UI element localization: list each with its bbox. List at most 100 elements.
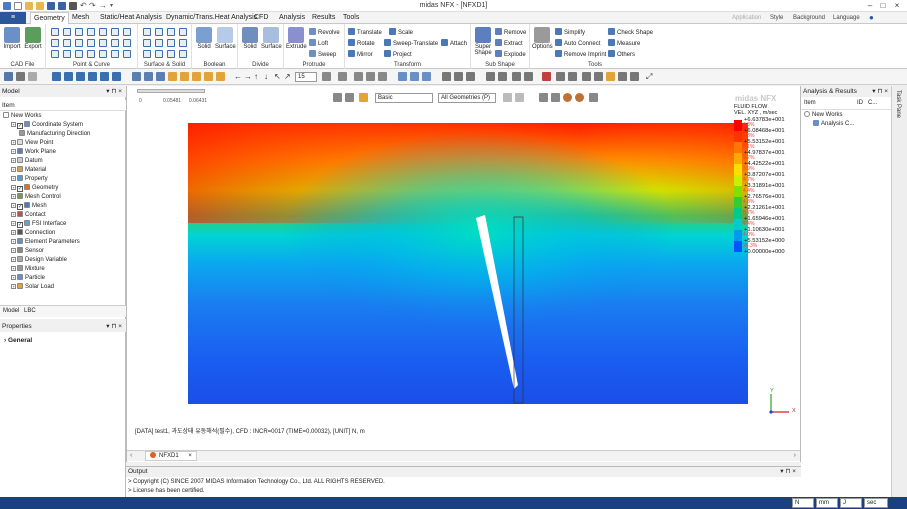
cone-icon[interactable] [167,28,175,36]
boolean-surface-button[interactable]: Surface [215,27,236,50]
view-style-select[interactable]: Basic [375,93,433,103]
expand-icon[interactable]: + [11,185,16,190]
grid-icon[interactable] [132,72,141,81]
ortho-icon[interactable] [156,72,165,81]
model-tree-item[interactable]: + Design Variable [11,256,67,265]
curve-more-icon[interactable] [123,50,131,58]
arrow-right-icon[interactable]: → [244,72,253,81]
merge-curve-icon[interactable] [75,50,83,58]
model-tree-item[interactable]: + Connection [11,229,55,238]
snap-icon[interactable] [144,72,153,81]
view-left-icon[interactable] [192,72,201,81]
model-tree-item[interactable]: Manufacturing Direction [19,130,90,139]
measure-button[interactable]: Measure [608,39,640,47]
angle-increment-select[interactable]: 15 [295,72,317,82]
model-tree-item[interactable]: + ✓ FSI Interface [11,220,66,229]
model-tree-item[interactable]: + Work Plane [11,148,56,157]
ellipse-icon[interactable] [75,39,83,47]
model-tree-item[interactable]: + View Point [11,139,53,148]
extract-button[interactable]: Extract [495,39,523,47]
visibility-checkbox[interactable]: ✓ [17,222,23,228]
analysis-tree-root[interactable]: New Works [804,111,843,120]
plane-surface-icon[interactable] [167,39,175,47]
arrow-left-icon[interactable]: ← [234,72,243,81]
remove-button[interactable]: Remove [495,28,526,36]
hidden-line-icon[interactable] [378,72,387,81]
polyline-icon[interactable] [111,28,119,36]
auto-connect-button[interactable]: Auto Connect [555,39,600,47]
tab-tools[interactable]: Tools [340,12,362,24]
tab-nfxd1[interactable]: NFXD1 × [145,451,197,461]
filter-tool-icon[interactable] [503,93,512,102]
arrow-up-icon[interactable]: ↑ [254,72,263,81]
application-menu[interactable]: Application [732,12,761,24]
sweep-translate-button[interactable]: Sweep-Translate [384,39,438,47]
result-tool3-icon[interactable] [589,93,598,102]
curve-edit-icon[interactable] [123,28,131,36]
pan-icon[interactable] [112,72,121,81]
arc-icon[interactable] [75,28,83,36]
tab-scroll-left-icon[interactable]: ‹ [130,452,132,459]
layer-icon[interactable] [454,72,463,81]
capture-icon[interactable] [542,72,551,81]
expand-icon[interactable]: + [11,239,16,244]
model-tree-item[interactable]: + Particle [11,274,45,283]
task-pane-tab[interactable]: Task Pane [891,86,907,497]
polygon-icon[interactable] [63,39,71,47]
attach-button[interactable]: Attach [441,39,467,47]
file-menu-button[interactable]: ≡ [0,12,26,24]
scale-button[interactable]: Scale [389,28,413,36]
visibility-checkbox[interactable]: ✓ [17,123,23,129]
model-tree-item[interactable]: + ✓ Geometry [11,184,58,193]
box-icon[interactable] [143,28,151,36]
energy-unit-select[interactable]: J [840,498,862,508]
minimize-button[interactable]: – [864,1,876,11]
view-tool2-icon[interactable] [345,93,354,102]
expand-icon[interactable]: + [11,248,16,253]
import-button[interactable]: Import [2,27,22,50]
tab-static-heat-analysis[interactable]: Static/Heat Analysis [97,12,165,24]
model-tree-item[interactable]: New Works [3,112,42,121]
view-tool-icon[interactable] [333,93,342,102]
help-icon[interactable]: ● [869,12,874,24]
arrow-diag-icon[interactable]: ↖ [274,72,283,81]
torus-icon[interactable] [143,39,151,47]
wedge-icon[interactable] [155,39,163,47]
model-tree-item[interactable]: + Mesh Control [11,193,61,202]
trim-icon[interactable] [99,39,107,47]
expand-icon[interactable]: + [11,167,16,172]
geometry-filter-select[interactable]: All Geometries (P) [438,93,496,103]
model-tree-item[interactable]: + Solar Load [11,283,54,292]
pick-tool2-icon[interactable] [551,93,560,102]
export-view-icon[interactable] [618,72,627,81]
render-mode-icon[interactable] [322,72,331,81]
project-button[interactable]: Project [384,50,412,58]
model-tree-item[interactable]: + ✓ Coordinate System [11,121,83,130]
expand-icon[interactable]: + [11,212,16,217]
show-all-icon[interactable] [422,72,431,81]
cylinder-icon[interactable] [155,28,163,36]
panel-controls-icon[interactable]: ▾ ⊓ × [780,467,796,477]
pick-tool-icon[interactable] [539,93,548,102]
fill-surface-icon[interactable] [179,39,187,47]
panel-controls-icon[interactable]: ▾ ⊓ × [106,86,122,97]
offset-surface-icon[interactable] [179,50,187,58]
explode-button[interactable]: Explode [495,50,526,58]
expand-icon[interactable]: + [11,194,16,199]
model-tree-item[interactable]: + Datum [11,157,43,166]
translate-button[interactable]: Translate [348,28,382,36]
measure-distance-icon[interactable] [512,72,521,81]
tab-dynamic-trans-heat-analysis[interactable]: Dynamic/Trans.Heat Analysis [163,12,260,24]
expand-icon[interactable]: + [11,284,16,289]
filter-tool2-icon[interactable] [515,93,524,102]
expand-icon[interactable]: + [11,203,16,208]
loft-button[interactable]: Loft [309,39,328,47]
view-right-icon[interactable] [204,72,213,81]
show-icon[interactable] [398,72,407,81]
spline-icon[interactable] [99,28,107,36]
project-curve-icon[interactable] [87,50,95,58]
language-menu[interactable]: Language [833,12,860,24]
copy-view-icon[interactable] [630,72,639,81]
extrude-button[interactable]: Extrude [286,27,307,50]
view-front-icon[interactable] [168,72,177,81]
